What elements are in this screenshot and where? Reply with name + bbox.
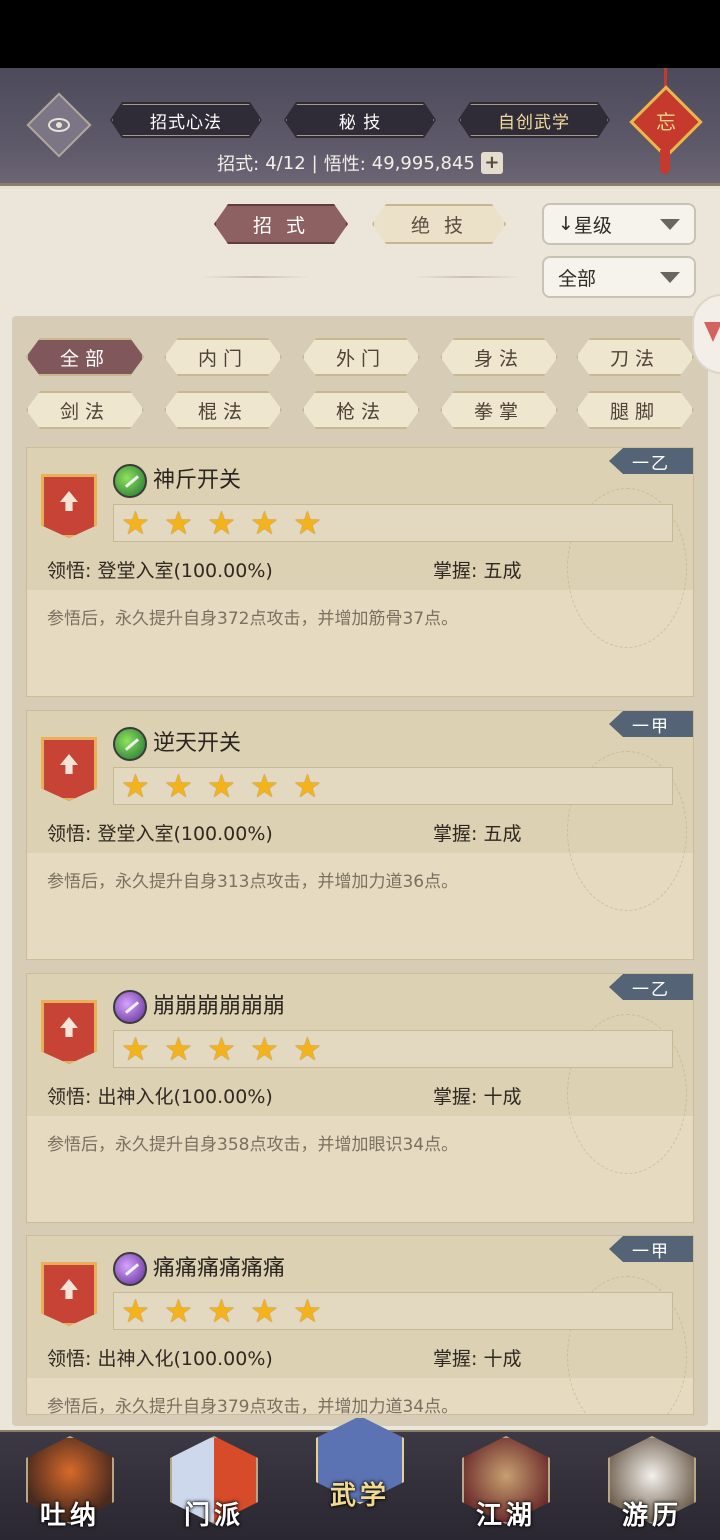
add-wuxing-button[interactable]: +	[480, 152, 503, 174]
tier-tag: 一甲	[609, 711, 693, 737]
sort-label: 星级	[573, 214, 612, 237]
star-icon: ★	[164, 767, 193, 805]
stats-line: 招式: 4/12 | 悟性: 49,995,845 +	[0, 148, 720, 178]
zhangwo-row: 掌握: 五成	[433, 823, 522, 845]
green-blade-icon	[113, 727, 147, 761]
skill-name: 神斤开关	[153, 468, 242, 493]
nav-tuna[interactable]: 吐纳	[22, 1428, 118, 1538]
upgrade-banner-icon[interactable]	[41, 737, 97, 801]
upgrade-banner-icon[interactable]	[41, 1262, 97, 1326]
purple-spear-icon	[113, 1252, 147, 1286]
star-icon: ★	[250, 504, 279, 542]
star-icon: ★	[250, 1292, 279, 1330]
upgrade-banner-icon[interactable]	[41, 474, 97, 538]
category-gunfa[interactable]: 棍法	[164, 391, 282, 429]
star-rating: ★ ★ ★ ★ ★	[113, 1292, 673, 1330]
divider-right	[412, 276, 522, 278]
star-icon: ★	[121, 767, 150, 805]
skill-name: 崩崩崩崩崩崩	[153, 994, 286, 1019]
category-neimen[interactable]: 内门	[164, 338, 282, 376]
purple-spear-icon	[113, 990, 147, 1024]
divider-left	[200, 276, 310, 278]
star-icon: ★	[207, 1030, 236, 1068]
wuxing-value: 49,995,845	[371, 152, 475, 174]
mode-tab-zhaoshi[interactable]: 招 式	[214, 204, 348, 244]
lingwu-row: 领悟: 出神入化(100.00%)	[47, 1086, 273, 1108]
lingwu-row: 领悟: 出神入化(100.00%)	[47, 1348, 273, 1370]
star-icon: ★	[164, 1030, 193, 1068]
star-rating: ★ ★ ★ ★ ★	[113, 1030, 673, 1068]
star-icon: ★	[207, 1292, 236, 1330]
star-icon: ★	[250, 1030, 279, 1068]
skill-description: 参悟后，永久提升自身313点攻击，并增加力道36点。	[47, 872, 459, 892]
stats-separator: |	[311, 152, 318, 174]
star-icon: ★	[164, 1292, 193, 1330]
nav-menpai[interactable]: 门派	[166, 1428, 262, 1538]
tab-zhaoshi-xinfa[interactable]: 招式心法	[110, 102, 262, 138]
category-qiangfa[interactable]: 枪法	[302, 391, 420, 429]
arrow-up-icon	[60, 1017, 78, 1037]
chevron-down-icon	[660, 271, 680, 283]
star-icon: ★	[121, 1030, 150, 1068]
eye-icon	[48, 118, 70, 132]
nav-youli[interactable]: 游历	[604, 1428, 700, 1538]
star-icon: ★	[121, 1292, 150, 1330]
star-icon: ★	[207, 767, 236, 805]
status-bar	[0, 0, 720, 68]
zhaoshi-label: 招式:	[217, 154, 260, 175]
tab-miji[interactable]: 秘 技	[284, 102, 436, 138]
skill-name: 痛痛痛痛痛痛	[153, 1256, 286, 1281]
lingwu-row: 领悟: 登堂入室(100.00%)	[47, 823, 273, 845]
zhangwo-row: 掌握: 十成	[433, 1086, 522, 1108]
skill-card[interactable]: 一甲 逆天开关 ★ ★ ★ ★ ★ 领悟: 登堂入室(100.00%) 掌握: 五成 参…	[26, 710, 694, 960]
upgrade-banner-icon[interactable]	[41, 1000, 97, 1064]
tab-zichuang-wuxue[interactable]: 自创武学	[458, 102, 610, 138]
star-icon: ★	[207, 504, 236, 542]
chevron-down-icon	[660, 218, 680, 230]
arrow-up-icon	[60, 1279, 78, 1299]
category-tuijiao[interactable]: 腿脚	[576, 391, 694, 429]
arrow-up-icon	[60, 491, 78, 511]
zhangwo-row: 掌握: 五成	[433, 560, 522, 582]
nav-wuxue[interactable]: 武学	[312, 1408, 408, 1518]
category-all[interactable]: 全部	[26, 338, 144, 376]
skill-card[interactable]: 一乙 神斤开关 ★ ★ ★ ★ ★ 领悟: 登堂入室(100.00%) 掌握: 五成 参…	[26, 447, 694, 697]
star-icon: ★	[293, 767, 322, 805]
tier-tag: 一乙	[609, 974, 693, 1000]
green-blade-icon	[113, 464, 147, 498]
tier-tag: 一乙	[609, 448, 693, 474]
lingwu-row: 领悟: 登堂入室(100.00%)	[47, 560, 273, 582]
mode-tab-jueji[interactable]: 绝 技	[372, 204, 506, 244]
sort-dropdown[interactable]: ↓ 星级	[542, 203, 696, 245]
skill-description: 参悟后，永久提升自身372点攻击，并增加筋骨37点。	[47, 609, 459, 629]
star-rating: ★ ★ ★ ★ ★	[113, 767, 673, 805]
filter-label: 全部	[558, 267, 597, 290]
category-shenfa[interactable]: 身法	[440, 338, 558, 376]
category-daofa[interactable]: 刀法	[576, 338, 694, 376]
skill-card[interactable]: 一甲 痛痛痛痛痛痛 ★ ★ ★ ★ ★ 领悟: 出神入化(100.00%) 掌握: 十成…	[26, 1235, 694, 1415]
filter-dropdown[interactable]: 全部	[542, 256, 696, 298]
star-icon: ★	[250, 767, 279, 805]
category-waimen[interactable]: 外门	[302, 338, 420, 376]
skill-description: 参悟后，永久提升自身358点攻击，并增加眼识34点。	[47, 1135, 459, 1155]
category-quanzhang[interactable]: 拳掌	[440, 391, 558, 429]
arrow-up-icon	[60, 754, 78, 774]
nav-jianghu[interactable]: 江湖	[458, 1428, 554, 1538]
star-icon: ★	[293, 504, 322, 542]
star-icon: ★	[293, 1030, 322, 1068]
category-jianfa[interactable]: 剑法	[26, 391, 144, 429]
zhangwo-row: 掌握: 十成	[433, 1348, 522, 1370]
star-rating: ★ ★ ★ ★ ★	[113, 504, 673, 542]
star-icon: ★	[164, 504, 193, 542]
skill-card[interactable]: 一乙 崩崩崩崩崩崩 ★ ★ ★ ★ ★ 领悟: 出神入化(100.00%) 掌握: 十成…	[26, 973, 694, 1223]
wuxing-label: 悟性:	[323, 154, 366, 175]
zhaoshi-value: 4/12	[265, 152, 306, 174]
tier-tag: 一甲	[609, 1236, 693, 1262]
star-icon: ★	[121, 504, 150, 542]
sort-arrow-icon: ↓	[558, 213, 574, 235]
skill-name: 逆天开关	[153, 731, 242, 756]
star-icon: ★	[293, 1292, 322, 1330]
